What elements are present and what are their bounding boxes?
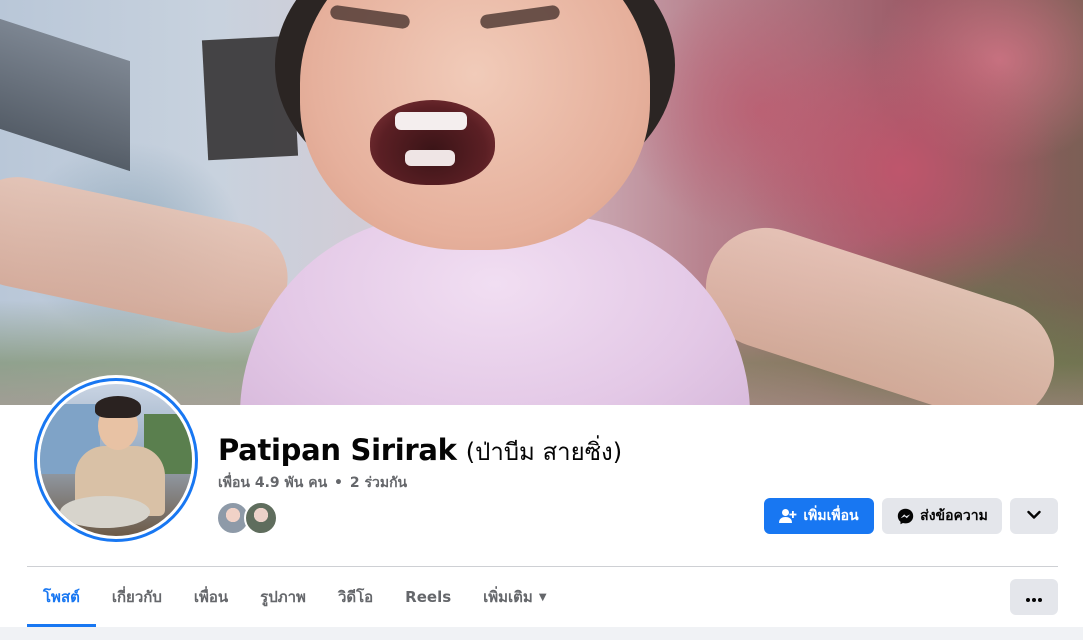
story-ring (34, 378, 198, 542)
profile-tabs: โพสต์ เกี่ยวกับ เพื่อน รูปภาพ วิดีโอ Ree… (27, 567, 563, 627)
avatar-bowl (60, 496, 150, 528)
tab-label: วิดีโอ (337, 588, 374, 606)
tab-friends[interactable]: เพื่อน (178, 567, 244, 627)
profile-page: Patipan Sirirak (ป่าบีม สายซิ่ง) เพื่อน … (0, 0, 1083, 640)
add-friend-button[interactable]: เพิ่มเพื่อน (764, 498, 874, 534)
mutual-friends-link[interactable]: 2 ร่วมกัน (350, 475, 407, 491)
profile-name-alternate: (ป่าบีม สายซิ่ง) (465, 438, 623, 466)
caret-down-icon: ▼ (538, 591, 547, 603)
tab-label: Reels (405, 588, 452, 606)
separator-dot: • (334, 475, 343, 491)
tab-label: โพสต์ (43, 588, 80, 606)
profile-name: Patipan Sirirak (ป่าบีม สายซิ่ง) (218, 432, 622, 471)
tab-photos[interactable]: รูปภาพ (244, 567, 322, 627)
message-label: ส่งข้อความ (920, 508, 988, 524)
tab-about[interactable]: เกี่ยวกับ (96, 567, 178, 627)
profile-name-main: Patipan Sirirak (218, 433, 457, 467)
tab-more[interactable]: เพิ่มเติม ▼ (467, 567, 562, 627)
tab-videos[interactable]: วิดีโอ (322, 567, 389, 627)
tab-reels[interactable]: Reels (389, 567, 467, 627)
profile-picture[interactable] (31, 375, 201, 545)
friends-count-link[interactable]: เพื่อน 4.9 พัน คน (218, 475, 327, 491)
profile-options-dropdown[interactable] (1010, 498, 1058, 534)
person-plus-icon (779, 507, 797, 525)
tab-label: เพิ่มเติม (483, 588, 533, 606)
mutual-friend-avatars (216, 501, 280, 535)
cover-teeth-top (395, 112, 467, 130)
friends-summary: เพื่อน 4.9 พัน คน • 2 ร่วมกัน (218, 472, 407, 494)
chevron-down-icon (1027, 508, 1041, 524)
avatar (40, 384, 192, 536)
tab-label: เพื่อน (193, 588, 229, 606)
ellipsis-icon (1025, 588, 1043, 607)
add-friend-label: เพิ่มเพื่อน (803, 508, 859, 524)
tab-label: เกี่ยวกับ (111, 588, 162, 606)
messenger-icon (896, 507, 914, 525)
tab-label: รูปภาพ (260, 588, 306, 606)
tab-posts[interactable]: โพสต์ (27, 567, 96, 627)
cover-photo[interactable] (0, 0, 1083, 405)
feed-background (0, 627, 1083, 640)
cover-house-shape (0, 18, 130, 172)
cover-teeth-bottom (405, 150, 455, 166)
mutual-friend-avatar[interactable] (244, 501, 278, 535)
avatar-hair (95, 396, 141, 418)
tabs-options-button[interactable] (1010, 579, 1058, 615)
message-button[interactable]: ส่งข้อความ (882, 498, 1002, 534)
